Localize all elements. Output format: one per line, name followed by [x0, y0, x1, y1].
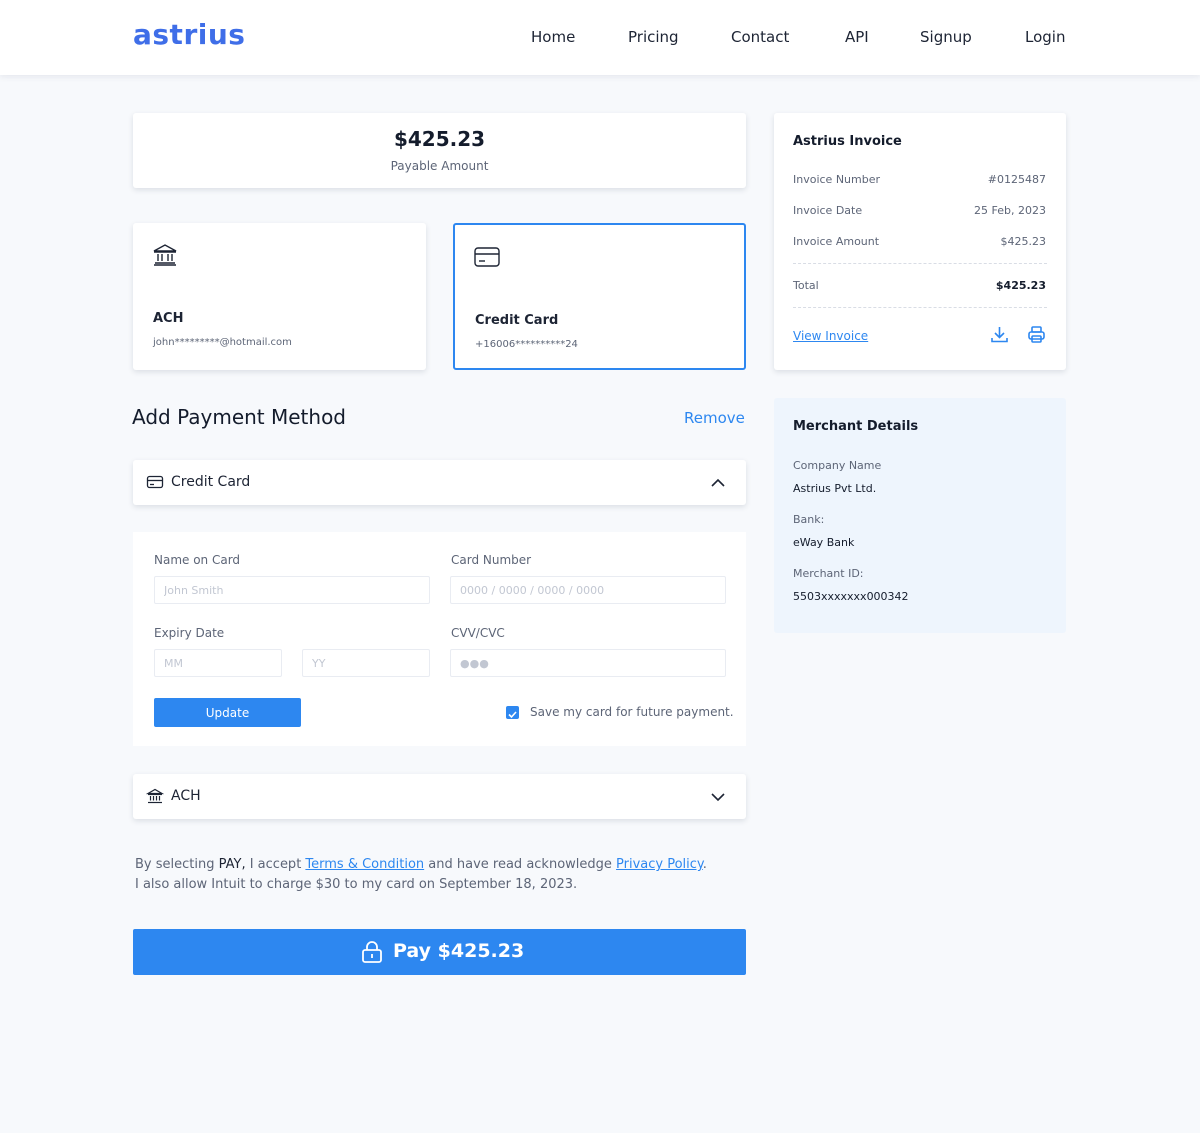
bank-label: Bank:	[793, 513, 825, 526]
invoice-title: Astrius Invoice	[793, 134, 902, 149]
credit-card-icon	[474, 247, 500, 267]
saved-method-credit-card[interactable]: Credit Card +16006**********24	[453, 223, 746, 370]
consent-text: I accept	[245, 857, 306, 872]
accordion-title: Credit Card	[171, 474, 251, 490]
payable-amount-value: $425.23	[393, 127, 486, 151]
consent-pay-word: PAY,	[218, 857, 246, 872]
invoice-total-label: Total	[793, 279, 819, 292]
merchant-details-title: Merchant Details	[793, 419, 919, 434]
expiry-year-input[interactable]	[302, 649, 430, 677]
payable-amount-label: Payable Amount	[390, 159, 489, 173]
ach-accordion-header[interactable]: ACH	[133, 774, 746, 819]
pay-button[interactable]: Pay $425.23	[133, 929, 746, 975]
lock-icon	[362, 941, 382, 963]
nav-pricing[interactable]: Pricing	[628, 28, 679, 46]
consent-text: By selecting	[135, 857, 219, 872]
saved-method-detail: john*********@hotmail.com	[153, 337, 292, 348]
expiry-month-input[interactable]	[154, 649, 282, 677]
print-icon[interactable]	[1027, 325, 1046, 344]
update-button[interactable]: Update	[154, 698, 301, 727]
cvv-input[interactable]	[450, 649, 726, 677]
divider	[793, 307, 1047, 308]
nav-home[interactable]: Home	[531, 28, 575, 46]
company-name-value: Astrius Pvt Ltd.	[793, 482, 877, 495]
invoice-total-value: $425.23	[995, 279, 1046, 292]
payable-amount-card: $425.23 Payable Amount	[133, 113, 746, 188]
consent-text: and have read acknowledge	[424, 857, 617, 872]
saved-method-title: Credit Card	[475, 313, 559, 328]
bank-value: eWay Bank	[793, 536, 855, 549]
view-invoice-link[interactable]: View Invoice	[793, 329, 868, 343]
nav-contact[interactable]: Contact	[731, 28, 789, 46]
credit-card-form: Name on Card Card Number Expiry Date CVV…	[133, 532, 746, 746]
remove-link[interactable]: Remove	[684, 409, 745, 427]
brand-logo[interactable]: astrius	[133, 18, 245, 51]
card-number-label: Card Number	[451, 553, 532, 567]
divider	[793, 263, 1047, 264]
invoice-number-label: Invoice Number	[793, 173, 881, 186]
invoice-amount-label: Invoice Amount	[793, 235, 880, 248]
saved-method-title: ACH	[153, 311, 184, 326]
check-icon	[508, 711, 517, 719]
nav-signup[interactable]: Signup	[920, 28, 972, 46]
nav-api[interactable]: API	[845, 28, 869, 46]
expiry-date-label: Expiry Date	[154, 626, 225, 640]
saved-method-detail: +16006**********24	[475, 339, 578, 350]
payment-consent-text: By selecting PAY, I accept Terms & Condi…	[135, 855, 755, 895]
pay-button-label: Pay $425.23	[393, 940, 525, 962]
invoice-number-value: #0125487	[987, 173, 1046, 186]
credit-card-accordion-header[interactable]: Credit Card	[133, 460, 746, 505]
merchant-id-value: 5503xxxxxxx000342	[793, 590, 909, 603]
invoice-date-value: 25 Feb, 2023	[974, 204, 1046, 217]
bank-icon	[146, 788, 164, 804]
merchant-id-label: Merchant ID:	[793, 567, 864, 580]
save-card-label: Save my card for future payment.	[530, 705, 734, 719]
consent-text: .	[702, 857, 707, 872]
bank-icon	[153, 244, 177, 266]
nav-login[interactable]: Login	[1025, 28, 1065, 46]
consent-charge-text: I also allow Intuit to charge $30 to my …	[135, 877, 578, 892]
saved-method-ach[interactable]: ACH john*********@hotmail.com	[133, 223, 426, 370]
chevron-down-icon[interactable]	[709, 788, 727, 806]
cvv-label: CVV/CVC	[451, 626, 505, 640]
save-card-checkbox[interactable]	[506, 706, 519, 719]
name-on-card-input[interactable]	[154, 576, 430, 604]
add-payment-method-heading: Add Payment Method	[132, 405, 347, 429]
invoice-card: Astrius Invoice Invoice Number #0125487 …	[774, 113, 1066, 370]
credit-card-icon	[146, 475, 164, 489]
invoice-date-label: Invoice Date	[793, 204, 863, 217]
download-icon[interactable]	[990, 325, 1009, 344]
invoice-amount-value: $425.23	[1000, 235, 1047, 248]
privacy-policy-link[interactable]: Privacy Policy	[616, 857, 703, 872]
chevron-up-icon[interactable]	[709, 474, 727, 492]
name-on-card-label: Name on Card	[154, 553, 241, 567]
company-name-label: Company Name	[793, 459, 882, 472]
card-number-input[interactable]	[450, 576, 726, 604]
merchant-details-card: Merchant Details Company Name Astrius Pv…	[774, 398, 1066, 633]
accordion-title: ACH	[171, 788, 201, 804]
terms-link[interactable]: Terms & Condition	[305, 857, 424, 872]
top-navbar: astrius Home Pricing Contact API Signup …	[0, 0, 1200, 75]
